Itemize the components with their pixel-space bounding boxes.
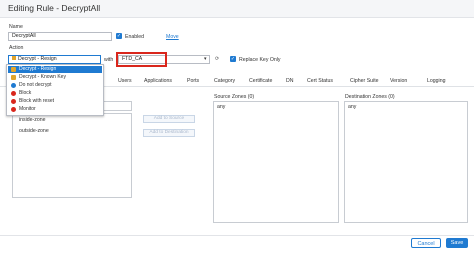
block-icon [11,91,16,96]
tab-users[interactable]: Users [118,78,132,84]
menu-item-label: Decrypt - Resign [19,66,57,72]
lock-icon [12,56,16,60]
save-button[interactable]: Save [446,238,468,248]
lock-icon [11,75,16,80]
menu-item-block-with-reset[interactable]: Block with reset [8,98,102,105]
menu-item-label: Do not decrypt [19,82,52,88]
dialog-title: Editing Rule - DecryptAll [8,3,101,13]
tab-category[interactable]: Category [214,78,235,84]
menu-item-decrypt-known-key[interactable]: Decrypt - Known Key [8,74,102,81]
refresh-icon[interactable]: ⟳ [215,56,219,62]
menu-item-monitor[interactable]: Monitor [8,106,102,113]
menu-item-block[interactable]: Block [8,90,102,97]
action-dropdown-menu: Decrypt - Resign Decrypt - Known Key Do … [6,64,104,116]
replace-key-label: Replace Key Only [239,57,281,63]
action-select[interactable]: Decrypt - Resign [8,55,101,64]
cancel-button[interactable]: Cancel [411,238,441,248]
highlight-box [116,52,167,67]
destination-zone-any: any [348,104,357,110]
list-item[interactable]: inside-zone [19,117,46,123]
tab-cipher-suite[interactable]: Cipher Suite [350,78,379,84]
action-select-value: Decrypt - Resign [18,56,57,62]
menu-item-label: Block [19,90,32,96]
list-item[interactable]: outside-zone [19,128,49,134]
monitor-icon [11,107,16,112]
menu-item-do-not-decrypt[interactable]: Do not decrypt [8,82,102,89]
tab-dn[interactable]: DN [286,78,294,84]
source-zone-any: any [217,104,226,110]
no-decrypt-icon [11,83,16,88]
add-to-source-button[interactable]: Add to Source [143,115,195,123]
tab-ports[interactable]: Ports [187,78,199,84]
enabled-checkbox[interactable]: ✓ [116,33,122,39]
tab-cert-status[interactable]: Cert Status [307,78,333,84]
menu-item-decrypt-resign[interactable]: Decrypt - Resign [8,66,102,73]
menu-item-label: Block with reset [19,98,55,104]
block-reset-icon [11,99,16,104]
source-zones-list [213,101,339,223]
menu-item-label: Monitor [19,106,36,112]
name-input[interactable]: DecryptAll [8,32,112,41]
tab-logging[interactable]: Logging [427,78,445,84]
add-to-destination-button[interactable]: Add to Destination [143,129,195,137]
tab-version[interactable]: Version [390,78,407,84]
dialog-footer [0,235,474,254]
enabled-label: Enabled [125,34,145,40]
tab-certificate[interactable]: Certificate [249,78,272,84]
available-zones-list [12,113,132,198]
source-zones-header: Source Zones (0) [214,94,255,100]
with-label: with [104,57,114,63]
name-label: Name [9,24,23,30]
lock-icon [11,67,16,72]
replace-key-checkbox[interactable]: ✓ [230,56,236,62]
menu-item-label: Decrypt - Known Key [19,74,66,80]
action-label: Action [9,45,24,51]
chevron-down-icon: ▾ [204,56,207,62]
destination-zones-header: Destination Zones (0) [345,94,395,100]
move-link[interactable]: Move [166,34,179,40]
tab-applications[interactable]: Applications [144,78,172,84]
destination-zones-list [344,101,468,223]
